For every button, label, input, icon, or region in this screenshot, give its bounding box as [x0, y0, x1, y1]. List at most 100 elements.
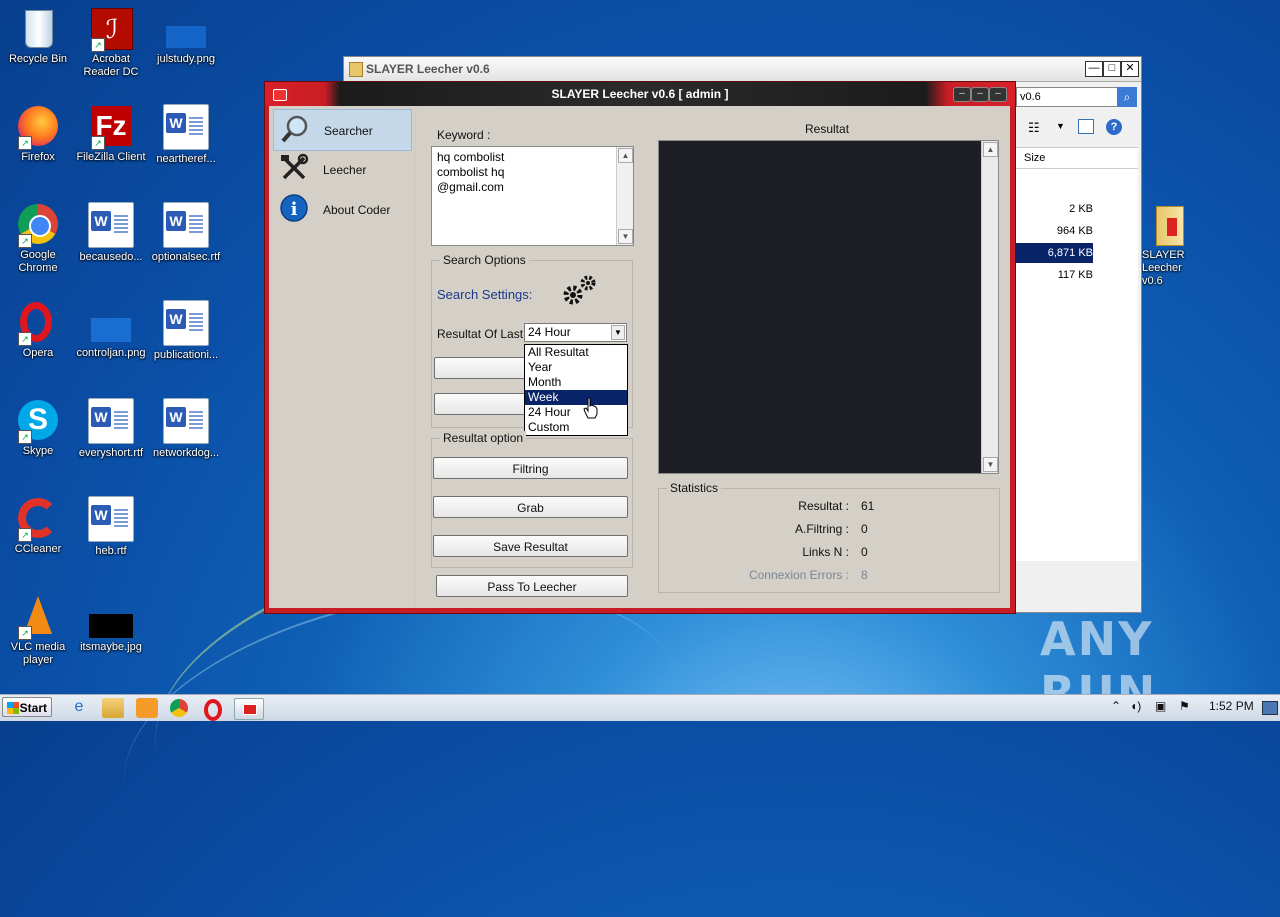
file-size: 117 KB — [1057, 269, 1093, 281]
desktop-icon-publicationi[interactable]: W publicationi... — [148, 300, 224, 362]
nav-item-about-coder[interactable]: i About Coder — [273, 189, 410, 229]
desktop-icon-skype[interactable]: S ↗ Skype — [0, 398, 76, 458]
info-icon: i — [280, 194, 308, 222]
nav-label: Searcher — [324, 124, 373, 138]
clock[interactable]: 1:52 PM — [1209, 699, 1254, 713]
chevron-down-icon[interactable]: ▼ — [1056, 121, 1065, 131]
explorer-search-field[interactable]: v0.6 — [1016, 87, 1119, 107]
scroll-down-icon[interactable]: ▼ — [618, 229, 633, 244]
desktop-icon-label: FileZilla Client — [76, 151, 146, 163]
filezilla-icon: Fz ↗ — [89, 104, 133, 150]
scroll-up-icon[interactable]: ▲ — [618, 148, 633, 163]
internet-explorer-icon[interactable]: e — [68, 698, 90, 718]
desktop-icon-itsmaybe[interactable]: itsmaybe.jpg — [73, 594, 149, 654]
dropdown-option[interactable]: Month — [525, 375, 627, 390]
dropdown-option[interactable]: Year — [525, 360, 627, 375]
resultat-of-last-select[interactable]: 24 Hour ▼ — [524, 323, 627, 342]
desktop-icon-acrobat[interactable]: ℐ ↗ Acrobat Reader DC — [73, 6, 149, 79]
chrome-icon[interactable] — [170, 699, 188, 717]
network-icon[interactable]: ▣ — [1155, 699, 1166, 713]
desktop-icon-everyshort[interactable]: W everyshort.rtf — [73, 398, 149, 460]
desktop-icon-networkdog[interactable]: W networkdog... — [148, 398, 224, 460]
acrobat-reader-icon: ℐ ↗ — [89, 6, 133, 52]
stat-links-value: 0 — [861, 545, 868, 559]
media-player-icon[interactable] — [136, 698, 158, 718]
desktop-icon-label: Skype — [22, 445, 54, 457]
slayer-leecher-taskbar-button[interactable] — [234, 698, 264, 720]
firefox-icon: ↗ — [16, 104, 60, 150]
dropdown-option-highlighted[interactable]: Week — [525, 390, 627, 405]
keyword-line: @gmail.com — [437, 180, 504, 194]
nav-item-leecher[interactable]: Leecher — [273, 149, 410, 189]
maximize-button[interactable]: □ — [1103, 61, 1121, 77]
desktop-icon-optionalsec[interactable]: W optionalsec.rtf — [148, 202, 224, 264]
opera-icon[interactable] — [204, 699, 222, 721]
action-center-flag-icon[interactable]: ⚑ — [1179, 699, 1190, 713]
explorer-titlebar: SLAYER Leecher v0.6 — □ ✕ — [344, 57, 1141, 82]
desktop-icon-label: Google Chrome — [18, 249, 58, 274]
image-file-icon — [164, 6, 208, 50]
opera-icon: ↗ — [16, 300, 60, 346]
select-value: 24 Hour — [528, 325, 571, 339]
minimize-button[interactable]: — — [1085, 61, 1103, 77]
desktop-icon-julstudy[interactable]: julstudy.png — [148, 6, 224, 66]
dropdown-option[interactable]: All Resultat — [525, 345, 627, 360]
preview-pane-icon[interactable] — [1078, 119, 1094, 134]
desktop-icon-opera[interactable]: ↗ Opera — [0, 300, 76, 360]
scrollbar[interactable]: ▲ ▼ — [616, 147, 633, 245]
dropdown-option[interactable]: Custom — [525, 420, 627, 435]
scrollbar[interactable]: ▲ ▼ — [981, 141, 998, 473]
file-size-selected[interactable]: 6,871 KB — [1013, 243, 1093, 263]
explorer-folder-icon[interactable] — [102, 698, 124, 718]
word-document-icon: W — [88, 496, 134, 542]
desktop-icon-ccleaner[interactable]: ↗ CCleaner — [0, 496, 76, 556]
nav-item-searcher[interactable]: Searcher — [273, 109, 412, 151]
desktop-icon-chrome[interactable]: ↗ Google Chrome — [0, 202, 76, 275]
chrome-icon: ↗ — [16, 202, 60, 248]
resultat-header: Resultat — [805, 122, 850, 136]
close-button[interactable]: – — [989, 87, 1007, 102]
desktop-icon-heb[interactable]: W heb.rtf — [73, 496, 149, 558]
desktop-icon-recycle-bin[interactable]: Recycle Bin — [0, 6, 76, 66]
filtring-button[interactable]: Filtring — [433, 457, 628, 479]
resultat-option-legend: Resultat option — [440, 431, 527, 445]
desktop-icon-firefox[interactable]: ↗ Firefox — [0, 104, 76, 164]
grab-button[interactable]: Grab — [433, 496, 628, 518]
folder-icon — [349, 62, 363, 77]
volume-icon[interactable]: ◖) — [1130, 699, 1141, 713]
desktop-icon-vlc[interactable]: ↗ VLC media player — [0, 594, 76, 667]
desktop-icon-label: Acrobat Reader DC — [83, 53, 139, 78]
search-icon[interactable]: ⌕ — [1117, 87, 1137, 107]
explorer-title: SLAYER Leecher v0.6 — [366, 62, 490, 76]
column-header-size[interactable]: Size — [1016, 147, 1138, 169]
desktop-icon-label: networkdog... — [152, 447, 220, 459]
stat-links-label: Links N : — [802, 545, 849, 559]
tray-chevron-icon[interactable]: ⌃ — [1111, 699, 1121, 713]
dropdown-option[interactable]: 24 Hour — [525, 405, 627, 420]
close-button[interactable]: ✕ — [1121, 61, 1139, 77]
keyword-line: combolist hq — [437, 165, 505, 179]
desktop-icon-label: everyshort.rtf — [78, 447, 144, 459]
resultat-of-last-dropdown-list[interactable]: All Resultat Year Month Week 24 Hour Cus… — [524, 344, 628, 436]
word-document-icon: W — [163, 202, 209, 248]
save-resultat-button[interactable]: Save Resultat — [433, 535, 628, 557]
show-desktop-icon[interactable] — [1262, 701, 1278, 715]
file-list: 2 KB 964 KB 6,871 KB 117 KB — [1013, 169, 1138, 561]
scroll-up-icon[interactable]: ▲ — [983, 142, 998, 157]
desktop-icon-filezilla[interactable]: Fz ↗ FileZilla Client — [73, 104, 149, 164]
minimize-button[interactable]: – — [953, 87, 971, 102]
desktop-icon-controljan[interactable]: controljan.png — [73, 300, 149, 360]
start-button[interactable]: Start — [2, 697, 52, 717]
view-options-icon[interactable]: ☷ — [1028, 120, 1040, 136]
scroll-down-icon[interactable]: ▼ — [983, 457, 998, 472]
keyword-textarea[interactable]: hq combolist combolist hq @gmail.com ▲ ▼ — [431, 146, 634, 246]
help-icon[interactable]: ? — [1106, 119, 1122, 135]
file-size: 2 KB — [1069, 203, 1093, 215]
maximize-button[interactable]: – — [971, 87, 989, 102]
resultat-output-box[interactable]: ▲ ▼ — [658, 140, 999, 474]
desktop-icon-neartheref[interactable]: W neartheref... — [148, 104, 224, 166]
pass-to-leecher-button[interactable]: Pass To Leecher — [436, 575, 628, 597]
chevron-down-icon[interactable]: ▼ — [611, 325, 625, 340]
desktop-icon-becausedo[interactable]: W becausedo... — [73, 202, 149, 264]
nav-panel: Searcher Leecher i About Coder — [269, 106, 416, 608]
